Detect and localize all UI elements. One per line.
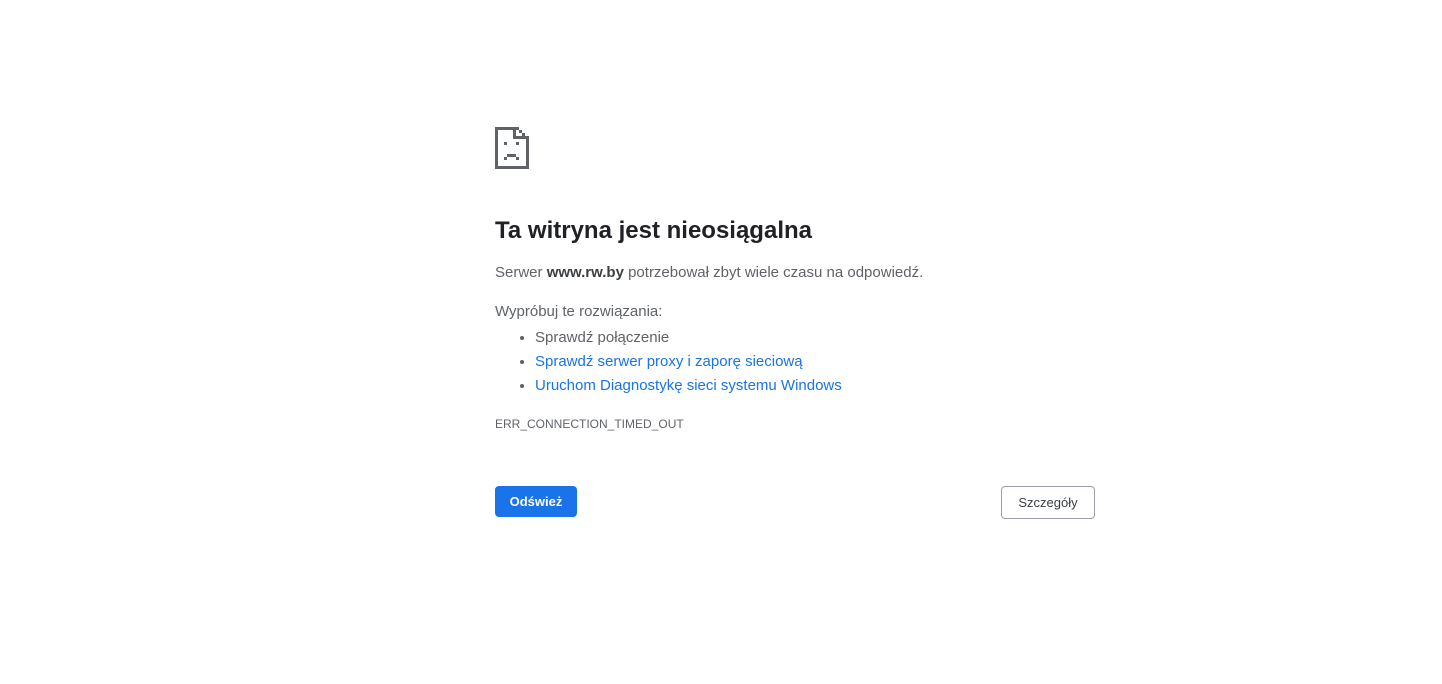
summary-suffix: potrzebował zbyt wiele czasu na odpowied… <box>623 264 924 281</box>
sad-page-icon <box>495 127 529 169</box>
suggestion-check-connection: Sprawdź połączenie <box>535 329 670 346</box>
suggestion-network-diagnostics-link[interactable]: Uruchom Diagnostykę sieci systemu Window… <box>535 377 842 394</box>
page-title: Ta witryna jest nieosiągalna <box>495 217 812 244</box>
details-button[interactable]: Szczegóły <box>1001 486 1095 519</box>
list-item: Sprawdź serwer proxy i zaporę sieciową <box>535 350 842 374</box>
summary-prefix: Serwer <box>495 264 547 281</box>
list-item: Sprawdź połączenie <box>535 326 842 350</box>
suggestion-check-proxy-link[interactable]: Sprawdź serwer proxy i zaporę sieciową <box>535 353 803 370</box>
host-name: www.rw.by <box>546 264 624 281</box>
reload-button[interactable]: Odśwież <box>495 486 577 517</box>
error-code: ERR_CONNECTION_TIMED_OUT <box>495 417 684 431</box>
error-summary: Serwer www.rw.by potrzebował zbyt wiele … <box>495 263 923 283</box>
list-item: Uruchom Diagnostykę sieci systemu Window… <box>535 374 842 398</box>
error-page: Ta witryna jest nieosiągalna Serwer www.… <box>495 0 1095 684</box>
suggestions-list: Sprawdź połączenie Sprawdź serwer proxy … <box>495 326 842 398</box>
suggestions-heading: Wypróbuj te rozwiązania: <box>495 303 663 320</box>
